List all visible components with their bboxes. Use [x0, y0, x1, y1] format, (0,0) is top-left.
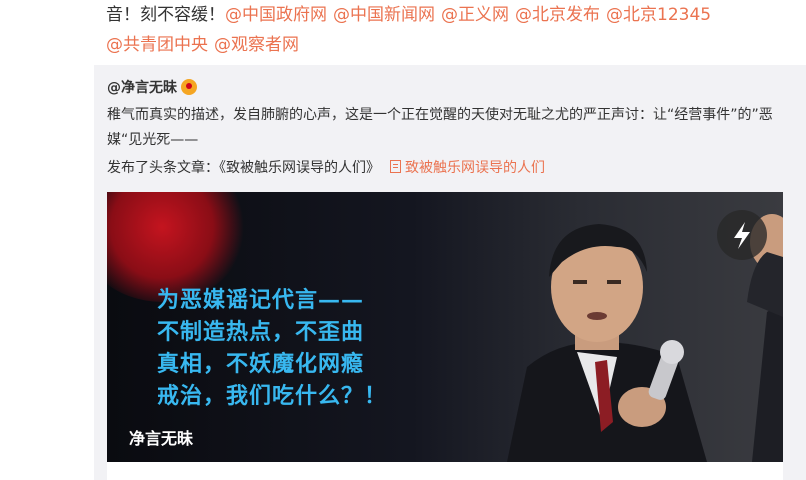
post-text: 音！刻不容缓！@中国政府网 @中国新闻网 @正义网 @北京发布 @北京12345 @共青… — [106, 0, 796, 60]
mention-link-5[interactable]: @北京12345 — [606, 5, 711, 25]
retweet-author-link[interactable]: @净言无昧 — [107, 80, 177, 96]
lightning-icon — [734, 222, 750, 249]
caption-line-2: 不制造热点，不歪曲 — [157, 319, 365, 345]
card-title[interactable]: 净言无昧 — [129, 425, 193, 449]
article-card-image[interactable]: 为恶媒谣记代言—— 不制造热点，不歪曲 真相，不妖魔化网瘾 戒治，我们吃什么？！ — [107, 192, 783, 462]
retweet-body: 稚气而真实的描述，发自肺腑的心声，这是一个正在觉醒的天使对无耻之尤的严正声讨：让… — [107, 107, 773, 148]
mention-link-7[interactable]: @观察者网 — [214, 35, 299, 55]
card-footer — [107, 462, 783, 480]
retweet-author: @净言无昧 — [107, 77, 197, 97]
article-link-label[interactable]: 致被触乐网误导的人们 — [405, 160, 545, 176]
caption-line-4: 戒治，我们吃什么？！ — [157, 383, 388, 409]
published-article-line: 发布了头条文章：《致被触乐网误导的人们》 致被触乐网误导的人们 — [107, 157, 545, 177]
mention-link-3[interactable]: @正义网 — [441, 5, 509, 25]
image-caption-text: 为恶媒谣记代言—— 不制造热点，不歪曲 真相，不妖魔化网瘾 戒治，我们吃什么？！ — [157, 284, 457, 412]
article-icon — [390, 160, 401, 173]
mention-link-4[interactable]: @北京发布 — [515, 5, 600, 25]
retweet-container: @净言无昧 稚气而真实的描述，发自肺腑的心声，这是一个正在觉醒的天使对无耻之尤的… — [94, 65, 806, 480]
article-link[interactable]: 致被触乐网误导的人们 — [390, 160, 545, 176]
mention-link-6[interactable]: @共青团中央 — [106, 35, 208, 55]
caption-line-1: 为恶媒谣记代言—— — [157, 287, 365, 313]
user-badge-icon — [181, 79, 197, 95]
published-article-text: 发布了头条文章：《致被触乐网误导的人们》 — [107, 160, 380, 176]
post-text-prefix: 音！刻不容缓！ — [106, 5, 225, 25]
video-play-button[interactable] — [717, 210, 767, 260]
mention-link-1[interactable]: @中国政府网 — [225, 5, 327, 25]
caption-line-3: 真相，不妖魔化网瘾 — [157, 351, 365, 377]
mention-link-2[interactable]: @中国新闻网 — [333, 5, 435, 25]
